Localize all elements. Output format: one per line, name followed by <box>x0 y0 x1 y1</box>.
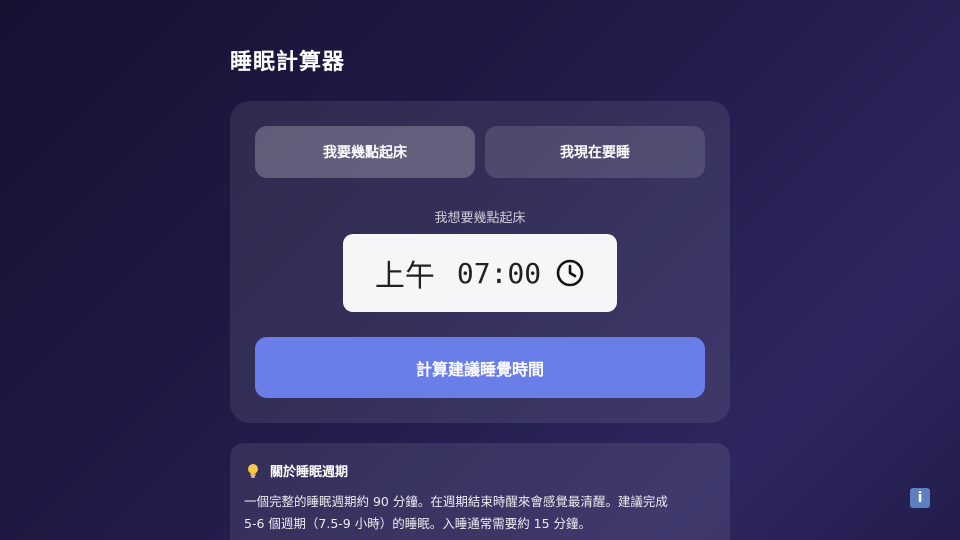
tab-wake-time[interactable]: 我要幾點起床 <box>255 126 475 178</box>
info-title: 關於睡眠週期 <box>246 461 348 480</box>
lightbulb-icon <box>246 463 260 479</box>
time-value-segment[interactable]: 07:00 <box>457 257 541 290</box>
info-line-1: 一個完整的睡眠週期約 90 分鐘。在週期結束時醒來會感覺最清醒。建議完成 <box>244 494 668 509</box>
info-line-2: 5-6 個週期（7.5-9 小時）的睡眠。入睡通常需要約 15 分鐘。 <box>244 516 592 531</box>
ampm-segment[interactable]: 上午 <box>375 251 435 295</box>
calculator-card: 我要幾點起床 我現在要睡 我想要幾點起床 上午 07:00 計算建議睡覺時間 <box>230 101 730 423</box>
calculate-button[interactable]: 計算建議睡覺時間 <box>255 337 705 398</box>
page-title: 睡眠計算器 <box>230 50 346 75</box>
clock-icon[interactable] <box>555 258 585 288</box>
info-icon[interactable]: i <box>910 488 930 508</box>
info-body: 一個完整的睡眠週期約 90 分鐘。在週期結束時醒來會感覺最清醒。建議完成 5-6… <box>244 491 718 535</box>
time-input-label: 我想要幾點起床 <box>434 211 526 226</box>
wake-time-input[interactable]: 上午 07:00 <box>343 234 617 312</box>
info-title-text: 關於睡眠週期 <box>270 465 349 480</box>
info-card: 關於睡眠週期 一個完整的睡眠週期約 90 分鐘。在週期結束時醒來會感覺最清醒。建… <box>230 443 730 540</box>
tab-sleep-now[interactable]: 我現在要睡 <box>485 126 705 178</box>
